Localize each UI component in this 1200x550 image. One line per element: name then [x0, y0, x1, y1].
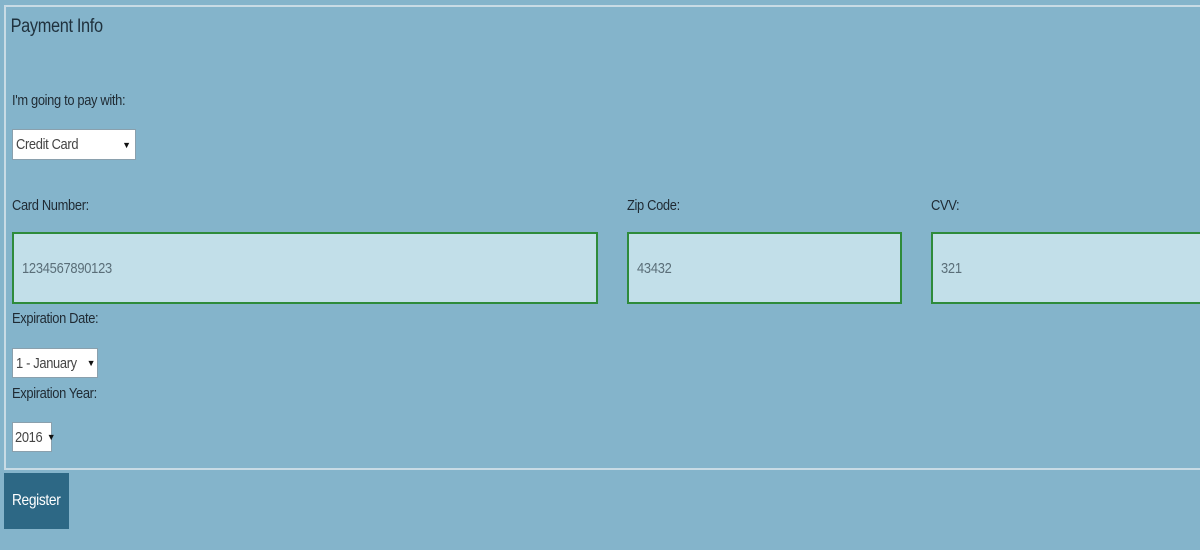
- expiration-date-value: 1 - January: [16, 354, 77, 372]
- dropdown-arrow-icon: ▼: [86, 358, 96, 368]
- pay-with-select-value: Credit Card: [16, 136, 79, 153]
- expiration-year-value: 2016: [15, 428, 43, 446]
- cvv-input[interactable]: 321: [931, 232, 1200, 304]
- expiration-date-label: Expiration Date:: [12, 310, 99, 327]
- payment-info-legend: Payment Info: [8, 16, 106, 38]
- card-number-input[interactable]: 1234567890123: [12, 232, 598, 304]
- card-number-label: Card Number:: [12, 197, 89, 214]
- zip-code-input[interactable]: 43432: [627, 232, 902, 304]
- dropdown-arrow-icon: ▼: [46, 432, 56, 442]
- zip-code-value: 43432: [637, 259, 672, 277]
- register-button-label: Register: [12, 492, 61, 509]
- card-number-value: 1234567890123: [22, 259, 112, 277]
- cvv-value: 321: [941, 259, 962, 277]
- pay-with-select[interactable]: Credit Card ▼: [12, 129, 136, 160]
- expiration-date-select[interactable]: 1 - January ▼: [12, 348, 98, 378]
- cvv-label: CVV:: [931, 197, 960, 214]
- expiration-year-select[interactable]: 2016 ▼: [12, 422, 56, 452]
- zip-code-label: Zip Code:: [627, 197, 680, 214]
- expiration-year-label: Expiration Year:: [12, 385, 97, 402]
- register-button[interactable]: Register: [4, 473, 69, 529]
- pay-with-label: I'm going to pay with:: [12, 92, 126, 109]
- dropdown-arrow-icon: ▼: [122, 139, 131, 150]
